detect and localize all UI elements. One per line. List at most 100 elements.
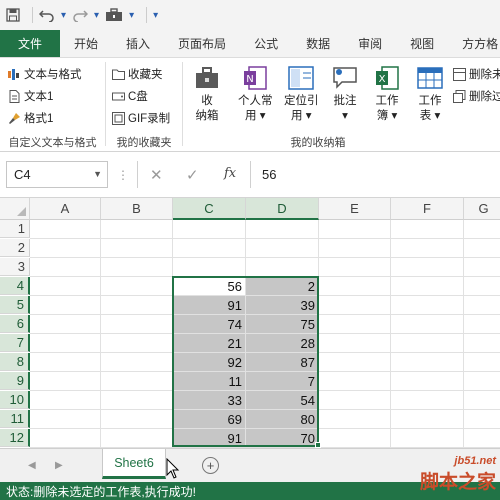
enter-icon[interactable]: ✓ xyxy=(186,166,199,184)
sheet-delete-icon xyxy=(453,67,466,81)
format1-button[interactable]: 格式1 xyxy=(8,110,53,126)
row-header-2[interactable]: 2 xyxy=(0,239,30,257)
text-and-format-button[interactable]: 文本与格式 xyxy=(8,66,82,82)
table-icon xyxy=(417,67,443,89)
group-label: 自定义文本与格式 xyxy=(8,137,97,149)
undo-dropdown-icon[interactable]: ▾ xyxy=(61,4,66,26)
row-header-11[interactable]: 11 xyxy=(0,410,30,428)
tab-fangfange[interactable]: 方方格 xyxy=(448,30,500,57)
spreadsheet-grid[interactable]: A B C D E F G 1 2 3 4 5 6 7 8 9 10 11 12 56 91 74 21 92 11 33 69 91… xyxy=(0,198,500,448)
watermark: jb51.net 脚本之家 xyxy=(420,455,496,494)
quick-access-toolbar: ▾ ▾ ▾ ▾ xyxy=(0,0,500,30)
row-header-1[interactable]: 1 xyxy=(0,220,30,238)
watermark-brand: 脚本之家 xyxy=(419,472,496,493)
cancel-icon[interactable]: ✕ xyxy=(150,166,163,184)
mouse-cursor-icon xyxy=(166,458,180,479)
row-header-7[interactable]: 7 xyxy=(0,334,30,352)
record-icon xyxy=(112,111,125,125)
text1-button[interactable]: 文本1 xyxy=(8,88,53,104)
briefcase-icon xyxy=(196,67,218,88)
comment-icon xyxy=(333,67,357,89)
grid-line xyxy=(390,220,391,448)
toolbar-separator xyxy=(32,7,33,23)
save-icon[interactable] xyxy=(6,4,20,26)
onenote-icon: N xyxy=(244,66,267,90)
gif-record-button[interactable]: GIF录制 xyxy=(112,110,170,126)
row-header-6[interactable]: 6 xyxy=(0,315,30,333)
insert-function-icon[interactable]: fx xyxy=(224,166,236,181)
redo-dropdown-icon[interactable]: ▾ xyxy=(94,4,99,26)
column-header-f[interactable]: F xyxy=(391,198,464,220)
column-header-c[interactable]: C xyxy=(173,198,246,220)
select-all-button[interactable] xyxy=(0,198,30,220)
separator xyxy=(250,161,251,188)
watermark-site: jb51.net xyxy=(454,455,496,467)
grid-line xyxy=(30,257,500,258)
ribbon: 文本与格式 文本1 格式1 自定义文本与格式 收藏夹 C盘 GIF录制 我的收藏… xyxy=(0,57,500,152)
more-icon: ⋮ xyxy=(117,168,129,182)
undo-icon[interactable] xyxy=(39,4,55,26)
excel-icon: X xyxy=(376,66,399,90)
tab-page-layout[interactable]: 页面布局 xyxy=(164,30,240,57)
delete-filtered-button[interactable]: 删除过 xyxy=(453,88,500,104)
row-header-9[interactable]: 9 xyxy=(0,372,30,390)
row-header-12[interactable]: 12 xyxy=(0,429,30,447)
ribbon-tabs: 文件 开始 插入 页面布局 公式 数据 审阅 视图 方方格 xyxy=(0,30,500,57)
locate-reference-button[interactable]: 定位引 用 ▾ xyxy=(284,64,319,124)
row-header-3[interactable]: 3 xyxy=(0,258,30,276)
tab-file[interactable]: 文件 xyxy=(0,30,61,57)
delete-unselected-button[interactable]: 删除未 xyxy=(453,66,500,82)
worksheet-button[interactable]: 工作 表 ▾ xyxy=(416,64,444,124)
comment-button[interactable]: 批注 ▾ xyxy=(331,64,359,124)
toolbar-separator xyxy=(146,7,148,23)
scroll-right-icon[interactable]: ▶ xyxy=(55,460,63,471)
column-header-a[interactable]: A xyxy=(30,198,101,220)
group-label: 我的收藏夹 xyxy=(116,137,172,149)
toolbox-dropdown-icon[interactable]: ▾ xyxy=(129,4,134,26)
group-favorites: 收藏夹 C盘 GIF录制 我的收藏夹 xyxy=(106,58,182,151)
row-header-4[interactable]: 4 xyxy=(0,277,30,295)
column-header-d[interactable]: D xyxy=(246,198,319,220)
tab-insert[interactable]: 插入 xyxy=(112,30,164,57)
row-header-5[interactable]: 5 xyxy=(0,296,30,314)
paintbrush-icon xyxy=(9,112,20,124)
group-my-storage: 收 纳箱 N 个人常 用 ▾ 定位引 用 ▾ 批注 ▾ X 工作 簿 ▾ 工作 … xyxy=(183,58,500,151)
formula-bar: C4 ▼ ⋮ ✕ ✓ fx 56 xyxy=(0,152,500,198)
workbook-button[interactable]: X 工作 簿 ▾ xyxy=(373,64,401,124)
c-drive-button[interactable]: C盘 xyxy=(112,88,148,104)
chevron-down-icon[interactable]: ▼ xyxy=(93,169,102,179)
column-header-e[interactable]: E xyxy=(319,198,391,220)
storage-box-button[interactable]: 收 纳箱 xyxy=(193,64,221,124)
scroll-left-icon[interactable]: ◀ xyxy=(28,460,36,471)
toolbox-icon[interactable] xyxy=(105,4,123,26)
grid-line xyxy=(30,238,500,239)
row-header-8[interactable]: 8 xyxy=(0,353,30,371)
sheet-tab-active[interactable]: Sheet6 xyxy=(102,449,166,479)
add-sheet-icon[interactable]: + xyxy=(202,457,219,474)
svg-text:X: X xyxy=(379,74,386,85)
grid-line xyxy=(463,220,464,448)
favorites-button[interactable]: 收藏夹 xyxy=(112,66,163,82)
tab-home[interactable]: 开始 xyxy=(60,30,112,57)
document-icon xyxy=(9,89,20,103)
formula-input[interactable]: 56 xyxy=(262,167,276,182)
tab-data[interactable]: 数据 xyxy=(292,30,344,57)
status-text: 状态:删除未选定的工作表,执行成功! xyxy=(6,484,197,499)
row-header-10[interactable]: 10 xyxy=(0,391,30,409)
reference-icon xyxy=(288,66,314,90)
customize-toolbar-icon[interactable]: ▾ xyxy=(153,4,158,26)
tab-formulas[interactable]: 公式 xyxy=(240,30,292,57)
format-icon xyxy=(8,68,19,80)
svg-text:N: N xyxy=(247,74,254,85)
folder-icon xyxy=(112,69,125,80)
name-box[interactable]: C4 ▼ xyxy=(6,161,108,188)
tab-review[interactable]: 审阅 xyxy=(344,30,396,57)
drive-icon xyxy=(112,92,125,100)
column-header-g[interactable]: G xyxy=(464,198,500,220)
column-header-b[interactable]: B xyxy=(101,198,173,220)
tab-view[interactable]: 视图 xyxy=(396,30,448,57)
redo-icon[interactable] xyxy=(72,4,89,26)
selection-border xyxy=(172,276,319,447)
personal-common-button[interactable]: N 个人常 用 ▾ xyxy=(238,64,273,124)
group-custom-text-format: 文本与格式 文本1 格式1 自定义文本与格式 xyxy=(0,58,105,151)
